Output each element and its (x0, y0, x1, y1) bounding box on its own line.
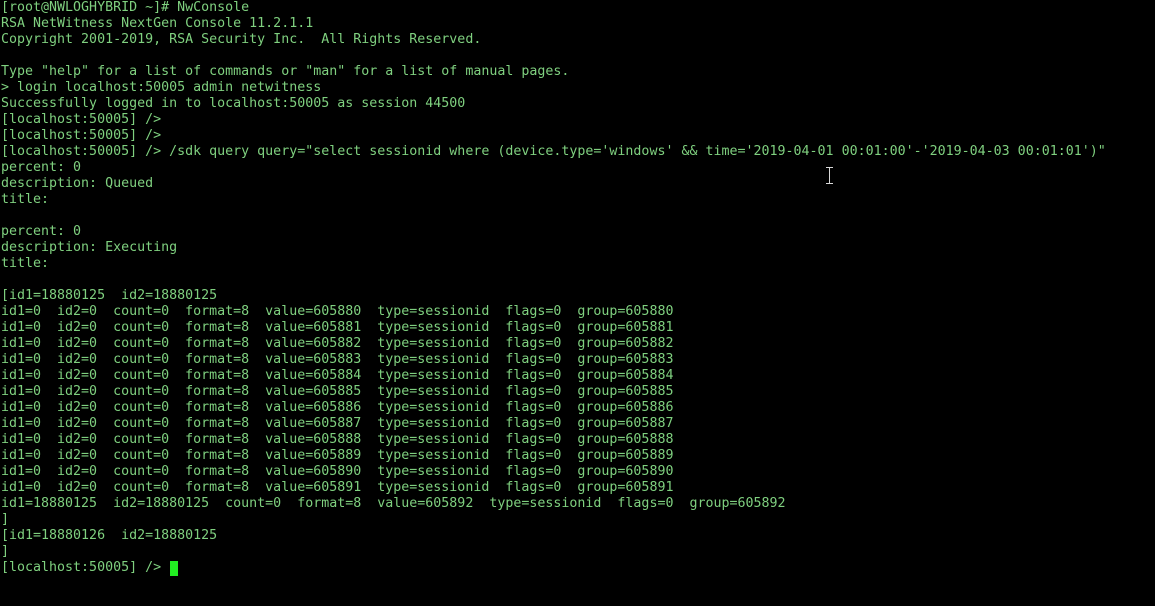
terminal-output-line: Copyright 2001-2019, RSA Security Inc. A… (1, 32, 482, 47)
terminal-output-line: id1=0 id2=0 count=0 format=8 value=60588… (1, 368, 674, 383)
terminal-output-line: id1=18880125 id2=18880125 count=0 format… (1, 496, 786, 511)
terminal-output-line: description: Queued (1, 176, 154, 191)
terminal-output-line: [localhost:50005] /> /sdk query query="s… (1, 144, 1106, 159)
terminal-output-line: id1=0 id2=0 count=0 format=8 value=60588… (1, 352, 674, 367)
terminal-output-line: ] (1, 512, 10, 527)
terminal-output-line: RSA NetWitness NextGen Console 11.2.1.1 (1, 16, 314, 31)
terminal-output-line: [id1=18880125 id2=18880125 (1, 288, 218, 303)
terminal-output-line: Type "help" for a list of commands or "m… (1, 64, 570, 79)
terminal-output-line: id1=0 id2=0 count=0 format=8 value=60588… (1, 384, 674, 399)
terminal-output-line: id1=0 id2=0 count=0 format=8 value=60588… (1, 400, 674, 415)
terminal-output-line: [localhost:50005] /> (1, 128, 162, 143)
text-cursor (170, 560, 179, 576)
terminal-output-line: id1=0 id2=0 count=0 format=8 value=60589… (1, 480, 674, 495)
terminal-output-line: title: (1, 256, 50, 271)
terminal-output-line: id1=0 id2=0 count=0 format=8 value=60588… (1, 336, 674, 351)
terminal-output-line: description: Executing (1, 240, 178, 255)
terminal-output-line: percent: 0 (1, 160, 82, 175)
mouse-ibeam-cursor-icon (826, 167, 833, 184)
terminal-window[interactable]: [root@NWLOGHYBRID ~]# NwConsole RSA NetWi… (0, 0, 1155, 606)
terminal-output-line: ] (1, 544, 10, 559)
terminal-output-line: [id1=18880126 id2=18880125 (1, 528, 218, 543)
terminal-output-line: percent: 0 (1, 224, 82, 239)
terminal-output-line: id1=0 id2=0 count=0 format=8 value=60588… (1, 448, 674, 463)
terminal-output-line: id1=0 id2=0 count=0 format=8 value=60588… (1, 432, 674, 447)
terminal-output-line: id1=0 id2=0 count=0 format=8 value=60588… (1, 304, 674, 319)
terminal-prompt-line[interactable]: [localhost:50005] /> (1, 560, 1155, 576)
terminal-output-line: [root@NWLOGHYBRID ~]# NwConsole (1, 0, 250, 15)
terminal-output: [root@NWLOGHYBRID ~]# NwConsole RSA NetWi… (1, 0, 1155, 560)
terminal-output-line: id1=0 id2=0 count=0 format=8 value=60588… (1, 416, 674, 431)
shell-prompt: [localhost:50005] /> (1, 560, 170, 575)
terminal-output-line: > login localhost:50005 admin netwitness (1, 80, 322, 95)
terminal-output-line: [localhost:50005] /> (1, 112, 162, 127)
terminal-output-line: id1=0 id2=0 count=0 format=8 value=60588… (1, 320, 674, 335)
terminal-output-line: id1=0 id2=0 count=0 format=8 value=60589… (1, 464, 674, 479)
terminal-output-line: title: (1, 192, 50, 207)
terminal-output-line: Successfully logged in to localhost:5000… (1, 96, 466, 111)
